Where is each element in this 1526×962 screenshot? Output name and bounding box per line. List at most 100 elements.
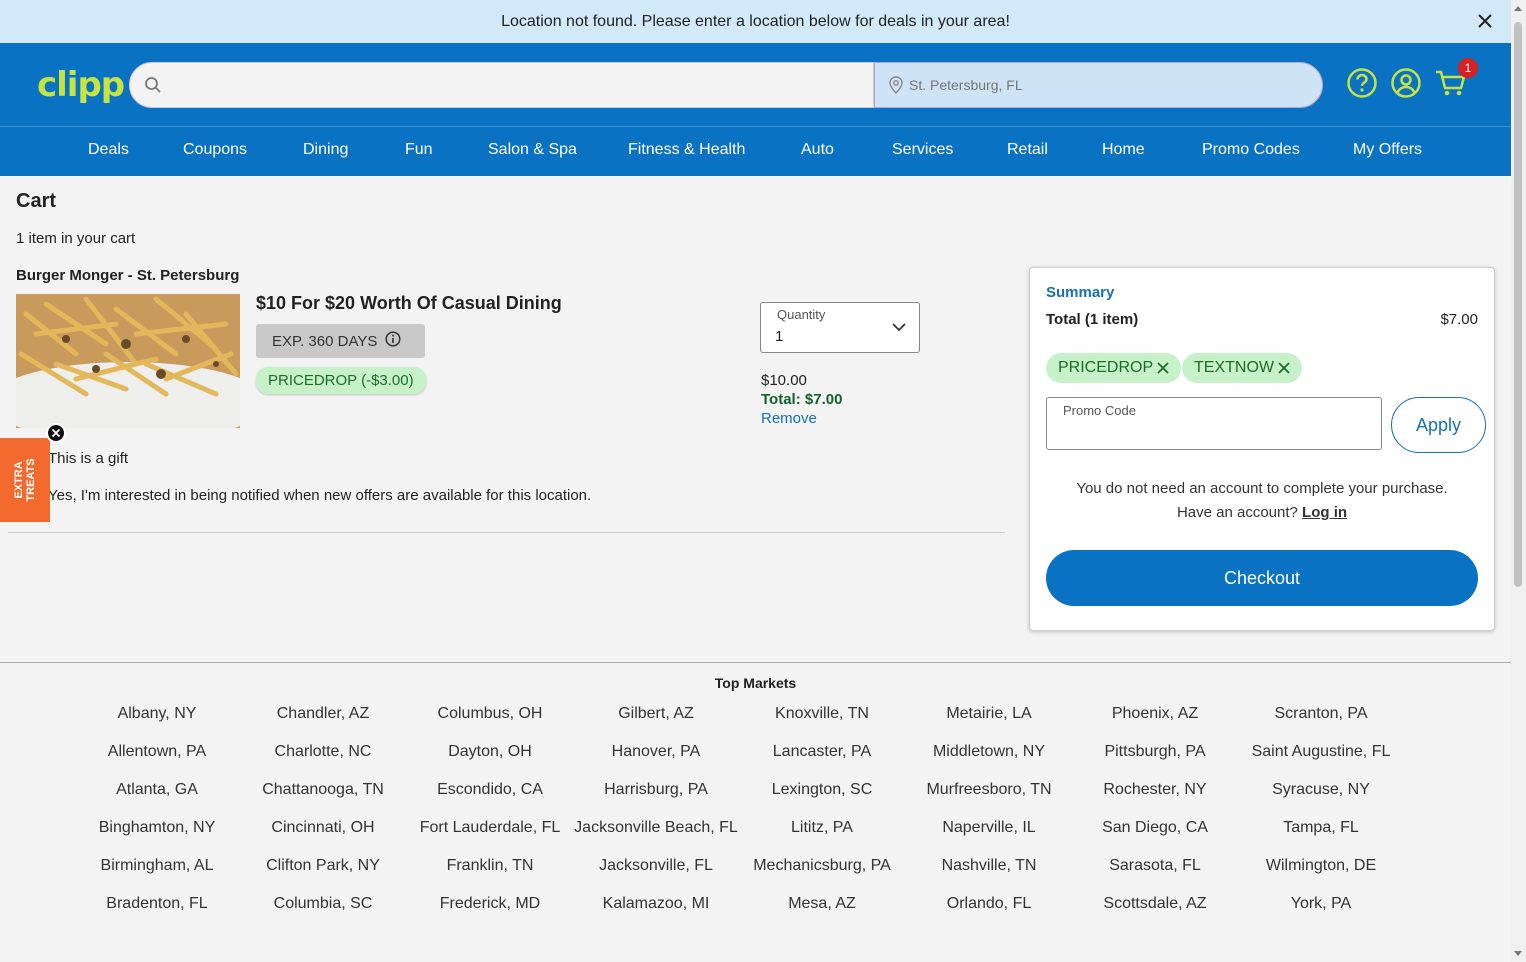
quantity-select[interactable]: Quantity 1 xyxy=(760,302,920,353)
market-link[interactable]: Lexington, SC xyxy=(739,780,905,799)
market-link[interactable]: Middletown, NY xyxy=(906,742,1072,761)
merchant-name[interactable]: Burger Monger - St. Petersburg xyxy=(16,267,239,284)
nav-fun[interactable]: Fun xyxy=(405,141,433,159)
nav-auto[interactable]: Auto xyxy=(801,141,834,159)
market-link[interactable]: Bradenton, FL xyxy=(74,894,240,913)
summary-title: Summary xyxy=(1046,284,1115,301)
remove-promo-icon[interactable] xyxy=(1278,362,1290,374)
nav-dining[interactable]: Dining xyxy=(303,141,348,159)
market-link[interactable]: Sarasota, FL xyxy=(1072,856,1238,875)
market-link[interactable]: Columbus, OH xyxy=(407,704,573,723)
market-link[interactable]: Rochester, NY xyxy=(1072,780,1238,799)
market-link[interactable]: Cincinnati, OH xyxy=(240,818,406,837)
account-icon[interactable] xyxy=(1390,67,1422,99)
nav-coupons[interactable]: Coupons xyxy=(183,141,247,159)
info-icon[interactable] xyxy=(385,331,401,351)
market-link[interactable]: Chattanooga, TN xyxy=(240,780,406,799)
market-link[interactable]: Wilmington, DE xyxy=(1238,856,1404,875)
market-link[interactable]: Birmingham, AL xyxy=(74,856,240,875)
market-link[interactable]: Tampa, FL xyxy=(1238,818,1404,837)
gift-checkbox-label[interactable]: This is a gift xyxy=(48,450,128,467)
market-link[interactable]: Allentown, PA xyxy=(74,742,240,761)
promo-chip-label: PRICEDROP xyxy=(1058,359,1154,376)
market-link[interactable]: Saint Augustine, FL xyxy=(1238,742,1404,761)
market-link[interactable]: Jacksonville, FL xyxy=(573,856,739,875)
market-link[interactable]: Lititz, PA xyxy=(739,818,905,837)
market-link[interactable]: Mesa, AZ xyxy=(739,894,905,913)
market-link[interactable]: Jacksonville Beach, FL xyxy=(573,818,739,837)
market-link[interactable]: Murfreesboro, TN xyxy=(906,780,1072,799)
market-link[interactable]: Escondido, CA xyxy=(407,780,573,799)
market-link[interactable]: Pittsburgh, PA xyxy=(1072,742,1238,761)
market-column: Scranton, PA Saint Augustine, FL Syracuse,… xyxy=(1238,704,1404,932)
help-icon[interactable] xyxy=(1346,67,1378,99)
market-link[interactable]: Nashville, TN xyxy=(906,856,1072,875)
location-banner: Location not found. Please enter a locat… xyxy=(0,0,1511,43)
nav-services[interactable]: Services xyxy=(892,141,953,159)
market-link[interactable]: San Diego, CA xyxy=(1072,818,1238,837)
market-column: Knoxville, TN Lancaster, PA Lexington, SC L… xyxy=(739,704,905,932)
location-bar[interactable] xyxy=(874,62,1323,108)
remove-link[interactable]: Remove xyxy=(761,410,817,427)
nav-promo-codes[interactable]: Promo Codes xyxy=(1202,141,1300,159)
market-link[interactable]: Franklin, TN xyxy=(407,856,573,875)
market-link[interactable]: Orlando, FL xyxy=(906,894,1072,913)
nav-my-offers[interactable]: My Offers xyxy=(1353,141,1422,159)
market-link[interactable]: Fort Lauderdale, FL xyxy=(407,818,573,837)
remove-promo-icon[interactable] xyxy=(1157,362,1169,374)
market-link[interactable]: Frederick, MD xyxy=(407,894,573,913)
notify-checkbox-label[interactable]: Yes, I'm interested in being notified wh… xyxy=(48,487,591,504)
location-input[interactable] xyxy=(909,63,1309,107)
divider xyxy=(8,532,1005,533)
nav-fitness-health[interactable]: Fitness & Health xyxy=(628,141,745,159)
login-link[interactable]: Log in xyxy=(1302,504,1347,521)
market-link[interactable]: Lancaster, PA xyxy=(739,742,905,761)
market-link[interactable]: York, PA xyxy=(1238,894,1404,913)
market-link[interactable]: Phoenix, AZ xyxy=(1072,704,1238,723)
promo-code-input[interactable] xyxy=(1063,420,1363,446)
market-link[interactable]: Mechanicsburg, PA xyxy=(739,856,905,875)
extra-treats-tab[interactable]: EXTRA TREATS xyxy=(0,438,50,522)
cart-item-count: 1 item in your cart xyxy=(16,230,136,247)
header: clipp 1 xyxy=(0,43,1511,126)
market-link[interactable]: Hanover, PA xyxy=(573,742,739,761)
market-link[interactable]: Knoxville, TN xyxy=(739,704,905,723)
market-link[interactable]: Dayton, OH xyxy=(407,742,573,761)
market-link[interactable]: Chandler, AZ xyxy=(240,704,406,723)
market-link[interactable]: Gilbert, AZ xyxy=(573,704,739,723)
search-input[interactable] xyxy=(174,63,864,107)
market-link[interactable]: Columbia, SC xyxy=(240,894,406,913)
market-link[interactable]: Syracuse, NY xyxy=(1238,780,1404,799)
nav-retail[interactable]: Retail xyxy=(1007,141,1048,159)
market-link[interactable]: Binghamton, NY xyxy=(74,818,240,837)
market-link[interactable]: Clifton Park, NY xyxy=(240,856,406,875)
promo-code-field[interactable]: Promo Code xyxy=(1046,397,1382,450)
quantity-label: Quantity xyxy=(777,307,826,322)
market-link[interactable]: Kalamazoo, MI xyxy=(573,894,739,913)
market-link[interactable]: Charlotte, NC xyxy=(240,742,406,761)
close-icon[interactable] xyxy=(1473,9,1497,33)
scroll-down-arrow[interactable] xyxy=(1514,951,1522,956)
close-icon[interactable] xyxy=(46,423,66,443)
location-pin-icon xyxy=(889,76,903,99)
category-nav: Deals Coupons Dining Fun Salon & Spa Fit… xyxy=(0,126,1511,176)
scrollbar-thumb[interactable] xyxy=(1514,22,1522,587)
search-bar[interactable] xyxy=(129,62,874,108)
promo-chip-label: TEXTNOW xyxy=(1194,359,1274,376)
market-link[interactable]: Harrisburg, PA xyxy=(573,780,739,799)
apply-button[interactable]: Apply xyxy=(1391,397,1486,453)
market-link[interactable]: Naperville, IL xyxy=(906,818,1072,837)
nav-home[interactable]: Home xyxy=(1102,141,1145,159)
market-link[interactable]: Atlanta, GA xyxy=(74,780,240,799)
nav-deals[interactable]: Deals xyxy=(88,141,129,159)
clipp-logo[interactable]: clipp xyxy=(37,65,125,105)
market-link[interactable]: Scranton, PA xyxy=(1238,704,1404,723)
scrollbar[interactable] xyxy=(1511,0,1526,962)
market-link[interactable]: Scottsdale, AZ xyxy=(1072,894,1238,913)
market-link[interactable]: Albany, NY xyxy=(74,704,240,723)
nav-salon-spa[interactable]: Salon & Spa xyxy=(488,141,577,159)
market-link[interactable]: Metairie, LA xyxy=(906,704,1072,723)
checkout-button[interactable]: Checkout xyxy=(1046,550,1478,606)
deal-title[interactable]: $10 For $20 Worth Of Casual Dining xyxy=(256,293,562,314)
scroll-up-arrow[interactable] xyxy=(1514,6,1522,11)
